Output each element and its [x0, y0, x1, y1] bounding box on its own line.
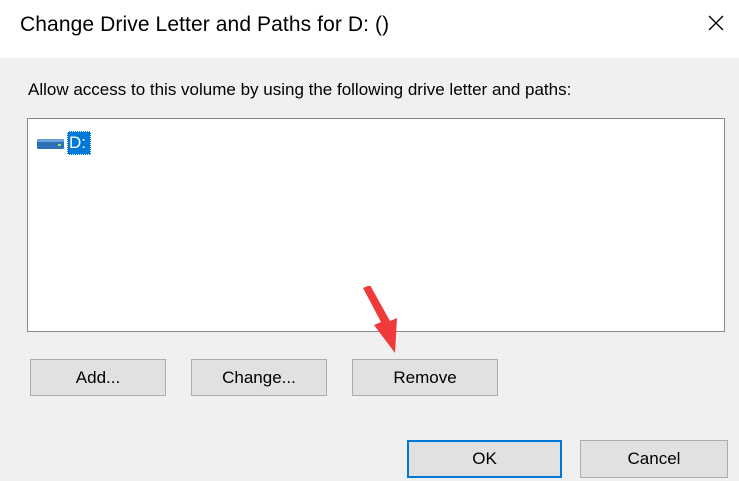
dialog-title: Change Drive Letter and Paths for D: () [20, 13, 390, 36]
change-button[interactable]: Change... [191, 359, 327, 396]
list-item-label: D: [67, 131, 91, 155]
list-item[interactable]: D: [37, 130, 91, 156]
add-button[interactable]: Add... [30, 359, 166, 396]
dialog-body: Allow access to this volume by using the… [0, 58, 739, 481]
ok-button[interactable]: OK [407, 440, 562, 478]
remove-button[interactable]: Remove [352, 359, 498, 396]
drive-icon [37, 137, 65, 149]
cancel-button[interactable]: Cancel [580, 440, 728, 478]
annotation-arrow-icon [363, 286, 397, 353]
title-bar: Change Drive Letter and Paths for D: () [0, 0, 739, 58]
close-icon [708, 15, 724, 31]
close-button[interactable] [693, 0, 739, 46]
description-label: Allow access to this volume by using the… [28, 80, 572, 99]
